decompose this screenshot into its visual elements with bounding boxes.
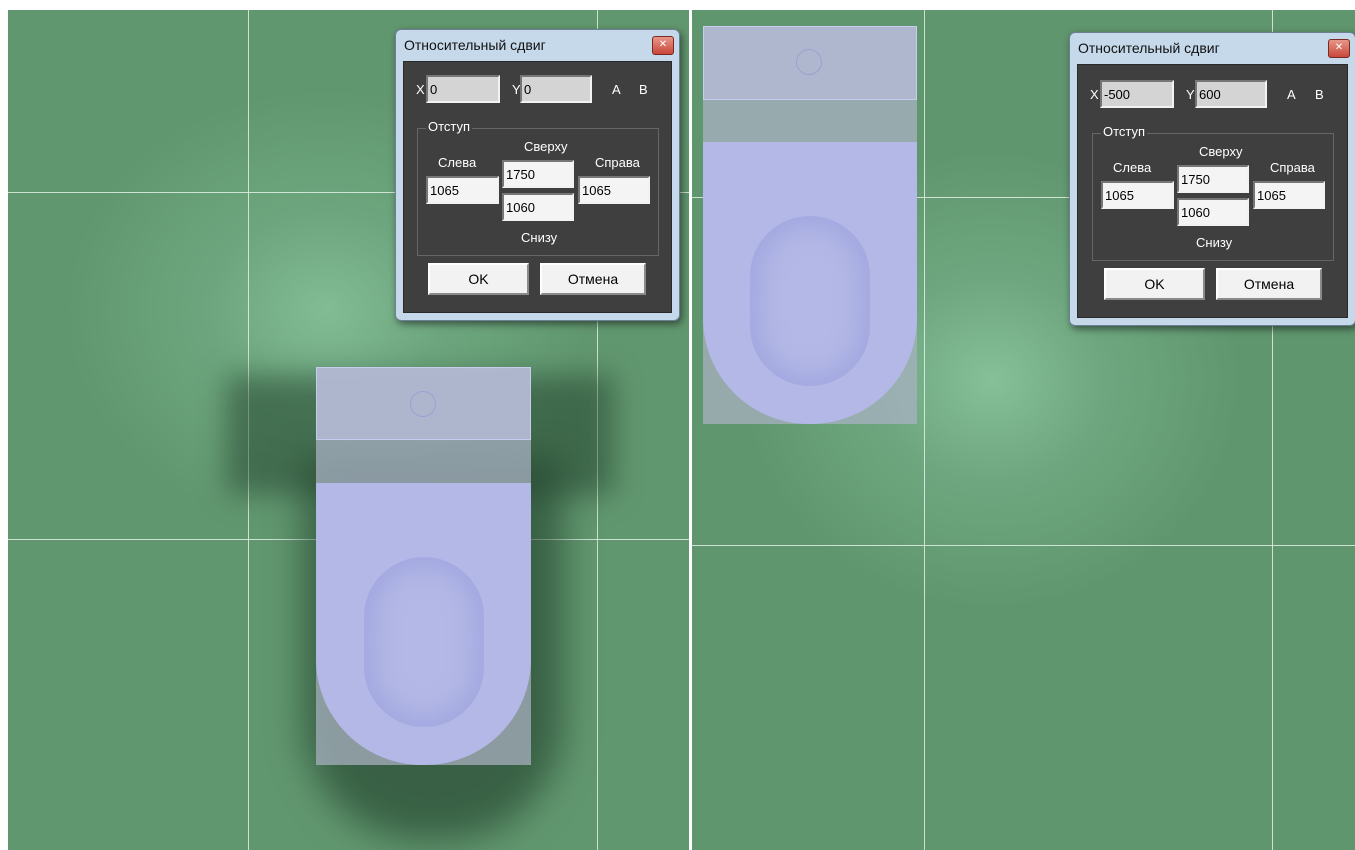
a-anchor-label[interactable]: A xyxy=(612,82,621,97)
bottom-offset-input[interactable]: 1060 xyxy=(502,193,574,221)
toilet-bowl-inner xyxy=(750,216,870,386)
left-label: Слева xyxy=(438,155,477,170)
dialog-body: X 0 Y 0 A B Отступ Слева Сверху Справа 1… xyxy=(403,61,672,313)
y-offset-input[interactable]: 0 xyxy=(520,75,592,103)
cancel-button[interactable]: Отмена xyxy=(540,263,646,295)
right-label: Справа xyxy=(1270,160,1315,175)
x-offset-input[interactable]: 0 xyxy=(426,75,500,103)
right-label: Справа xyxy=(595,155,640,170)
right-offset-input[interactable]: 1065 xyxy=(1253,181,1325,209)
tile-grid-line xyxy=(692,545,1355,546)
x-label: X xyxy=(416,82,425,97)
bottom-label: Снизу xyxy=(521,230,558,245)
tile-grid-line xyxy=(924,10,925,850)
relative-shift-dialog[interactable]: Относительный сдвиг ✕ X 0 Y 0 A B Отступ… xyxy=(395,29,680,321)
dialog-title: Относительный сдвиг xyxy=(1078,40,1220,56)
ok-button[interactable]: OK xyxy=(1104,268,1205,300)
offset-group-caption: Отступ xyxy=(426,119,473,134)
bottom-offset-input[interactable]: 1060 xyxy=(1177,198,1249,226)
offset-group: Отступ Слева Сверху Справа 1065 1750 106… xyxy=(417,119,659,256)
flush-button-icon xyxy=(410,391,436,417)
offset-group: Отступ Слева Сверху Справа 1065 1750 106… xyxy=(1092,124,1334,261)
offset-group-caption: Отступ xyxy=(1101,124,1148,139)
toilet-bowl-inner xyxy=(364,557,484,727)
close-icon[interactable]: ✕ xyxy=(652,36,674,55)
top-offset-input[interactable]: 1750 xyxy=(1177,165,1249,193)
left-label: Слева xyxy=(1113,160,1152,175)
y-label: Y xyxy=(1186,87,1195,102)
right-offset-input[interactable]: 1065 xyxy=(578,176,650,204)
flush-button-icon xyxy=(796,49,822,75)
left-offset-input[interactable]: 1065 xyxy=(1101,181,1174,209)
toilet-model[interactable] xyxy=(316,367,531,765)
toilet-model[interactable] xyxy=(703,26,917,424)
top-label: Сверху xyxy=(524,139,568,154)
relative-shift-dialog[interactable]: Относительный сдвиг ✕ X -500 Y 600 A B О… xyxy=(1069,32,1355,326)
left-offset-input[interactable]: 1065 xyxy=(426,176,499,204)
dialog-body: X -500 Y 600 A B Отступ Слева Сверху Спр… xyxy=(1077,64,1348,318)
cancel-button[interactable]: Отмена xyxy=(1216,268,1322,300)
bottom-label: Снизу xyxy=(1196,235,1233,250)
top-offset-input[interactable]: 1750 xyxy=(502,160,574,188)
ok-button[interactable]: OK xyxy=(428,263,529,295)
y-offset-input[interactable]: 600 xyxy=(1195,80,1267,108)
x-label: X xyxy=(1090,87,1099,102)
x-offset-input[interactable]: -500 xyxy=(1100,80,1174,108)
b-anchor-label[interactable]: B xyxy=(1315,87,1324,102)
dialog-title: Относительный сдвиг xyxy=(404,37,546,53)
a-anchor-label[interactable]: A xyxy=(1287,87,1296,102)
b-anchor-label[interactable]: B xyxy=(639,82,648,97)
top-label: Сверху xyxy=(1199,144,1243,159)
close-icon[interactable]: ✕ xyxy=(1328,39,1350,58)
